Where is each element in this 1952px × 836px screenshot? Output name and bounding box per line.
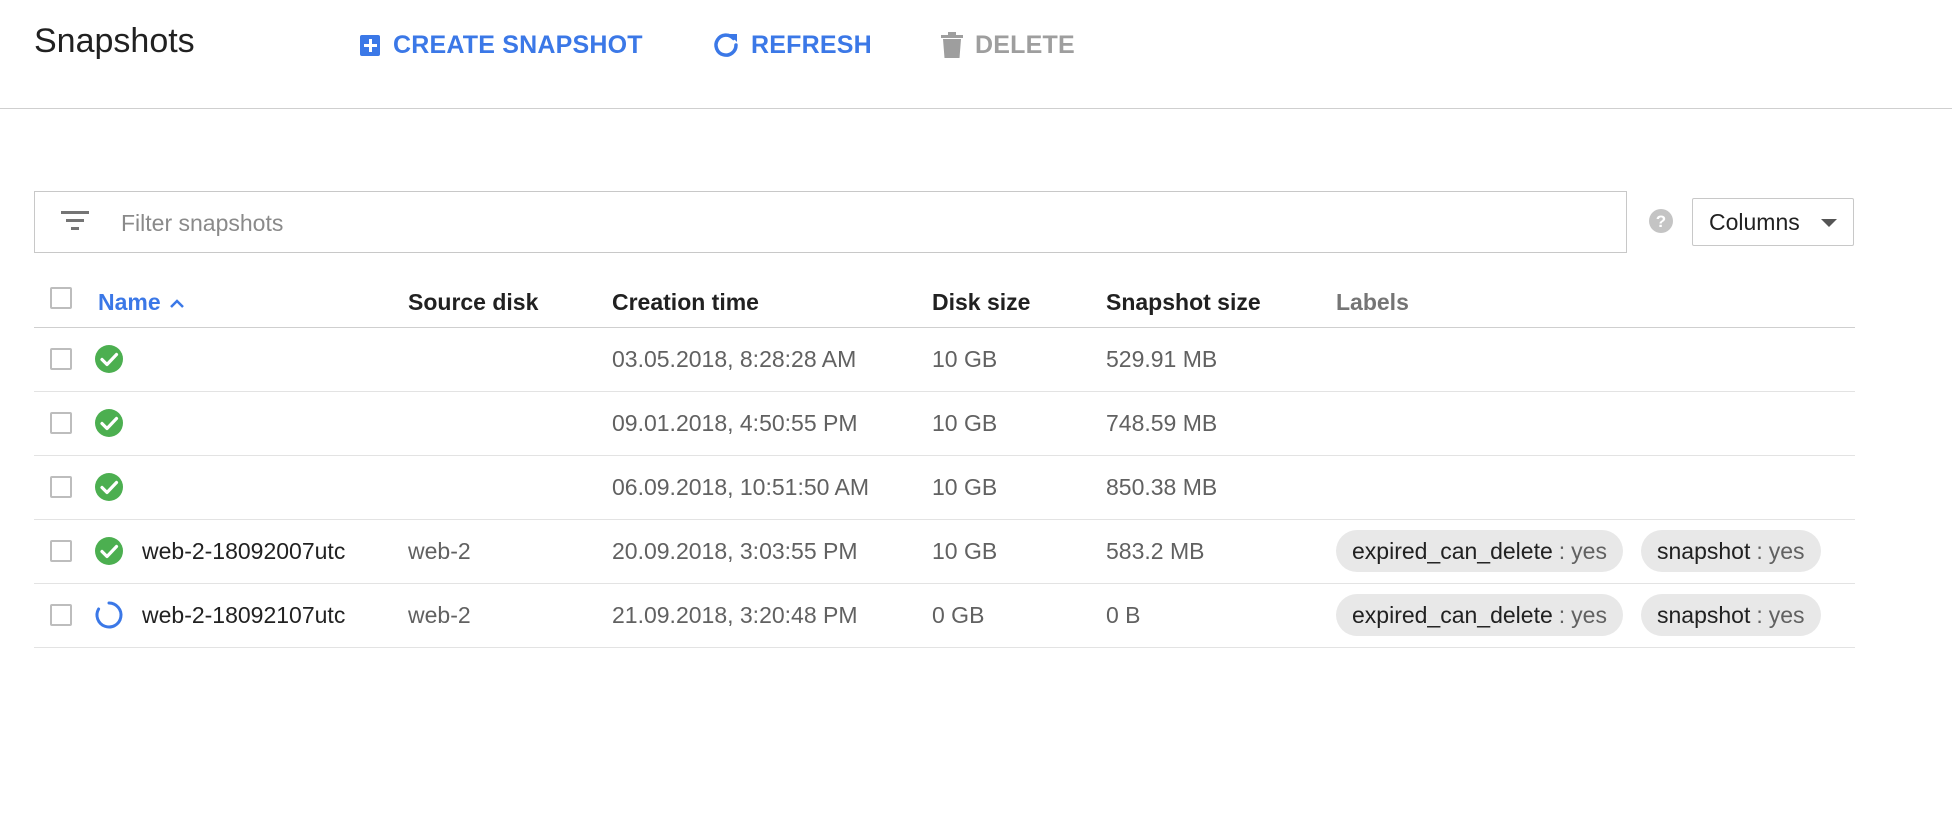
label-value: yes xyxy=(1571,537,1607,564)
table-row[interactable]: web-2-18092107utc web-2 21.09.2018, 3:20… xyxy=(34,584,1855,648)
label-value: yes xyxy=(1571,601,1607,628)
check-circle-icon xyxy=(94,408,124,444)
delete-button[interactable]: DELETE xyxy=(939,27,1075,63)
delete-label: DELETE xyxy=(975,30,1075,59)
row-checkbox[interactable] xyxy=(50,412,72,434)
label-key: snapshot xyxy=(1657,601,1751,628)
label-separator: : xyxy=(1558,537,1566,564)
create-snapshot-label: CREATE SNAPSHOT xyxy=(393,30,643,59)
disk-size: 10 GB xyxy=(932,474,998,500)
row-checkbox[interactable] xyxy=(50,476,72,498)
column-header-snapshot-size[interactable]: Snapshot size xyxy=(1106,289,1261,316)
row-checkbox[interactable] xyxy=(50,348,72,370)
column-header-labels: Labels xyxy=(1336,289,1409,315)
refresh-icon xyxy=(711,30,741,60)
column-header-name[interactable]: Name xyxy=(98,289,185,316)
table-row[interactable]: 09.01.2018, 4:50:55 PM 10 GB 748.59 MB xyxy=(34,392,1855,456)
page-title: Snapshots xyxy=(34,22,195,60)
creation-time: 06.09.2018, 10:51:50 AM xyxy=(612,474,870,500)
snapshot-size: 0 B xyxy=(1106,602,1141,628)
check-circle-icon xyxy=(94,344,124,380)
label-separator: : xyxy=(1756,537,1763,564)
columns-label: Columns xyxy=(1709,208,1800,235)
snapshot-size: 748.59 MB xyxy=(1106,410,1218,436)
row-checkbox[interactable] xyxy=(50,540,72,562)
creation-time: 09.01.2018, 4:50:55 PM xyxy=(612,410,858,436)
label-chip: snapshot : yes xyxy=(1641,594,1821,636)
label-key: snapshot xyxy=(1657,537,1751,564)
label-value: yes xyxy=(1768,537,1805,564)
disk-size: 10 GB xyxy=(932,346,998,372)
sort-ascending-icon xyxy=(169,297,185,309)
snapshots-table: Name Source disk Creation time Disk size… xyxy=(34,276,1855,648)
disk-size: 10 GB xyxy=(932,538,998,564)
select-all-checkbox[interactable] xyxy=(50,287,72,309)
column-header-source-disk[interactable]: Source disk xyxy=(408,289,538,316)
svg-text:?: ? xyxy=(1656,212,1666,231)
add-box-icon xyxy=(357,31,383,59)
chevron-down-icon xyxy=(1821,219,1837,227)
label-separator: : xyxy=(1558,601,1566,628)
label-value: yes xyxy=(1768,601,1805,628)
snapshot-name[interactable]: web-2-18092107utc xyxy=(142,602,345,629)
spinner-icon xyxy=(94,600,124,636)
check-circle-icon xyxy=(94,536,124,572)
creation-time: 03.05.2018, 8:28:28 AM xyxy=(612,346,857,372)
label-chip: snapshot : yes xyxy=(1641,530,1821,572)
trash-icon xyxy=(939,30,965,60)
filter-input[interactable] xyxy=(119,204,1523,242)
filter-bar[interactable] xyxy=(34,191,1627,253)
creation-time: 21.09.2018, 3:20:48 PM xyxy=(612,602,858,628)
page-header: Snapshots CREATE SNAPSHOT REFRESH DELETE xyxy=(0,0,1952,109)
disk-size: 0 GB xyxy=(932,602,985,628)
label-chip: expired_can_delete : yes xyxy=(1336,530,1623,572)
table-header: Name Source disk Creation time Disk size… xyxy=(34,276,1855,328)
creation-time: 20.09.2018, 3:03:55 PM xyxy=(612,538,858,564)
label-separator: : xyxy=(1756,601,1763,628)
source-disk[interactable]: web-2 xyxy=(408,602,471,629)
column-header-disk-size[interactable]: Disk size xyxy=(932,289,1030,316)
snapshot-size: 850.38 MB xyxy=(1106,474,1218,500)
table-row[interactable]: 03.05.2018, 8:28:28 AM 10 GB 529.91 MB xyxy=(34,328,1855,392)
columns-dropdown[interactable]: Columns xyxy=(1692,198,1854,246)
help-circle-icon[interactable]: ? xyxy=(1648,208,1674,239)
disk-size: 10 GB xyxy=(932,410,998,436)
column-header-name-label: Name xyxy=(98,289,161,315)
filter-list-icon xyxy=(61,210,89,237)
table-row[interactable]: web-2-18092007utc web-2 20.09.2018, 3:03… xyxy=(34,520,1855,584)
check-circle-icon xyxy=(94,472,124,508)
refresh-button[interactable]: REFRESH xyxy=(711,27,872,63)
table-row[interactable]: 06.09.2018, 10:51:50 AM 10 GB 850.38 MB xyxy=(34,456,1855,520)
source-disk[interactable]: web-2 xyxy=(408,538,471,565)
snapshot-size: 529.91 MB xyxy=(1106,346,1218,372)
snapshot-size: 583.2 MB xyxy=(1106,538,1205,564)
label-key: expired_can_delete xyxy=(1352,601,1553,628)
refresh-label: REFRESH xyxy=(751,30,872,59)
snapshot-name[interactable]: web-2-18092007utc xyxy=(142,538,345,565)
column-header-creation-time[interactable]: Creation time xyxy=(612,289,759,316)
label-key: expired_can_delete xyxy=(1352,537,1553,564)
create-snapshot-button[interactable]: CREATE SNAPSHOT xyxy=(357,27,643,63)
row-checkbox[interactable] xyxy=(50,604,72,626)
label-chip: expired_can_delete : yes xyxy=(1336,594,1623,636)
